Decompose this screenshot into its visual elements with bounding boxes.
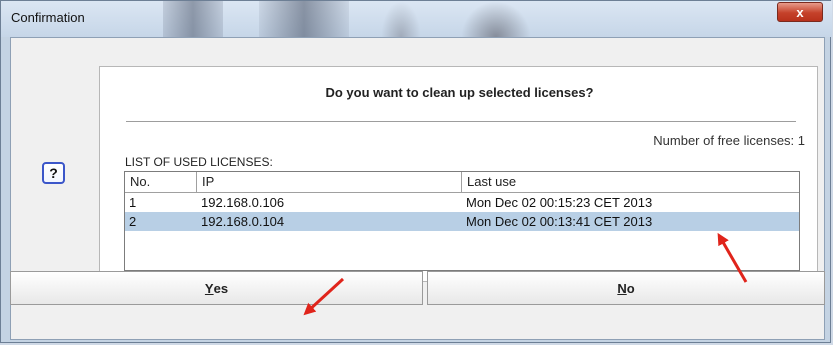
licenses-table[interactable]: No. IP Last use 1 192.168.0.106 Mon Dec … bbox=[124, 171, 800, 271]
title-bar[interactable]: Confirmation x bbox=[1, 1, 832, 37]
message-panel: Do you want to clean up selected license… bbox=[99, 66, 818, 282]
cell-no: 2 bbox=[129, 214, 137, 229]
cell-no: 1 bbox=[129, 195, 137, 210]
question-icon: ? bbox=[42, 162, 65, 184]
no-mnemonic: N bbox=[617, 280, 627, 296]
column-header-last-use[interactable]: Last use bbox=[462, 172, 799, 192]
window-title: Confirmation bbox=[11, 10, 85, 25]
column-header-no[interactable]: No. bbox=[125, 172, 197, 192]
question-icon-glyph: ? bbox=[49, 165, 58, 181]
cell-ip: 192.168.0.106 bbox=[201, 195, 285, 210]
cell-last-use: Mon Dec 02 00:13:41 CET 2013 bbox=[466, 214, 653, 229]
free-licenses-count: Number of free licenses: 1 bbox=[653, 133, 805, 148]
background-blur bbox=[381, 1, 421, 37]
table-header: No. IP Last use bbox=[125, 172, 799, 193]
background-blur bbox=[461, 1, 531, 37]
no-label: o bbox=[626, 280, 635, 296]
separator bbox=[126, 121, 796, 122]
yes-button[interactable]: Yes bbox=[10, 271, 423, 305]
column-header-ip[interactable]: IP bbox=[197, 172, 462, 192]
close-button[interactable]: x bbox=[777, 2, 823, 22]
close-icon: x bbox=[796, 4, 804, 20]
list-title: LIST OF USED LICENSES: bbox=[125, 155, 273, 169]
no-button[interactable]: No bbox=[427, 271, 825, 305]
yes-mnemonic: Y bbox=[204, 280, 214, 296]
yes-label: es bbox=[213, 280, 229, 296]
table-row[interactable]: 2 192.168.0.104 Mon Dec 02 00:13:41 CET … bbox=[125, 212, 799, 231]
confirmation-question: Do you want to clean up selected license… bbox=[325, 85, 594, 100]
background-blur bbox=[259, 1, 349, 37]
cell-ip: 192.168.0.104 bbox=[201, 214, 285, 229]
cell-last-use: Mon Dec 02 00:15:23 CET 2013 bbox=[466, 195, 653, 210]
dialog-window: Confirmation x ? Do you want to clean up… bbox=[0, 0, 832, 343]
table-row[interactable]: 1 192.168.0.106 Mon Dec 02 00:15:23 CET … bbox=[125, 193, 799, 212]
background-blur bbox=[163, 1, 223, 37]
